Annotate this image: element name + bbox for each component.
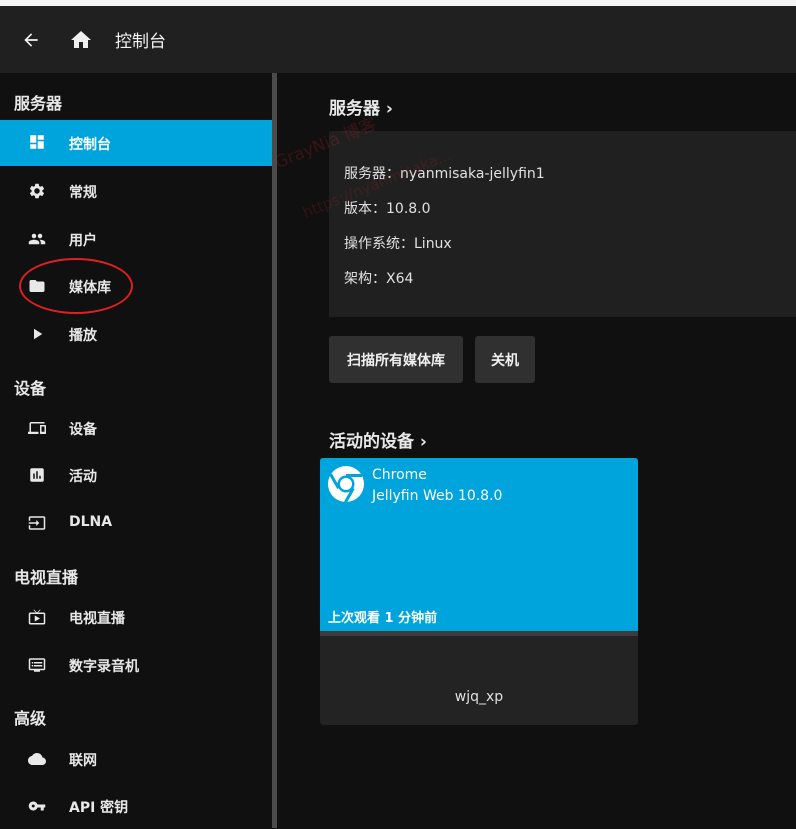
input-icon: [28, 516, 46, 530]
sidebar-item-users[interactable]: 用户: [0, 216, 272, 262]
sidebar-item-livetv[interactable]: 电视直播: [0, 594, 272, 640]
sidebar-section-devices: 设备: [14, 379, 47, 398]
devices-icon: [28, 422, 46, 434]
server-arch-text: 架构：X64: [344, 271, 414, 287]
sidebar-item-label: 控制台: [69, 137, 111, 153]
sidebar-section-livetv: 电视直播: [14, 568, 79, 587]
server-os-text: 操作系统：Linux: [344, 236, 452, 252]
device-last-seen: 上次观看 1 分钟前: [328, 611, 438, 626]
sidebar-item-label: 数字录音机: [69, 659, 139, 675]
dashboard-icon: [30, 135, 44, 149]
sidebar-section-advanced: 高级: [14, 709, 47, 728]
sidebar-section-server: 服务器: [14, 94, 63, 113]
device-app-version: Jellyfin Web 10.8.0: [372, 488, 503, 504]
sidebar-item-label: 联网: [69, 753, 97, 769]
app-header: 控制台: [0, 6, 796, 73]
device-card[interactable]: Chrome Jellyfin Web 10.8.0 上次观看 1 分钟前 wj…: [320, 458, 638, 725]
sidebar-item-libraries[interactable]: 媒体库: [0, 263, 272, 309]
people-icon: [28, 233, 46, 245]
sidebar-item-label: 活动: [69, 469, 97, 485]
page-title: 控制台: [115, 32, 166, 52]
sidebar-item-devices[interactable]: 设备: [0, 405, 272, 451]
back-button[interactable]: [14, 6, 48, 73]
sidebar-item-networking[interactable]: 联网: [0, 736, 272, 782]
sidebar-item-dlna[interactable]: DLNA: [0, 500, 272, 546]
sidebar-item-dvr[interactable]: 数字录音机: [0, 642, 272, 688]
sidebar-item-label: 播放: [69, 328, 97, 344]
device-user-name: wjq_xp: [454, 689, 504, 705]
scan-libraries-button[interactable]: 扫描所有媒体库: [329, 336, 463, 383]
sidebar-item-label: DLNA: [69, 514, 113, 530]
sidebar-item-dashboard[interactable]: 控制台: [0, 120, 272, 166]
server-section-link[interactable]: 服务器 ›: [329, 94, 393, 119]
server-name-text: 服务器：nyanmisaka-jellyfin1: [344, 166, 545, 182]
folder-icon: [29, 280, 45, 292]
vpn-key-icon: [28, 801, 46, 811]
live-tv-icon: [28, 609, 46, 625]
play-icon: [34, 328, 43, 340]
active-devices-section-link[interactable]: 活动的设备 ›: [329, 427, 427, 452]
arrow-back-icon: [24, 32, 38, 47]
sidebar-item-label: 用户: [69, 233, 97, 249]
sidebar-item-label: API 密钥: [69, 800, 129, 816]
sidebar-item-api-keys[interactable]: API 密钥: [0, 783, 272, 829]
device-progress-track: [320, 631, 638, 636]
device-client-name: Chrome: [372, 467, 427, 483]
settings-icon: [29, 183, 45, 199]
dvr-icon: [28, 658, 46, 672]
chrome-icon: [328, 466, 364, 503]
server-info-card: [329, 131, 796, 317]
sidebar-item-general[interactable]: 常规: [0, 168, 272, 214]
home-icon: [71, 30, 91, 48]
sidebar-item-label: 媒体库: [69, 280, 111, 296]
sidebar-item-label: 设备: [69, 422, 97, 438]
device-card-header: Chrome Jellyfin Web 10.8.0 上次观看 1 分钟前: [320, 458, 638, 631]
sidebar-item-label: 常规: [69, 185, 97, 201]
cloud-icon: [28, 753, 46, 765]
home-button[interactable]: [64, 6, 98, 73]
sidebar-item-playback[interactable]: 播放: [0, 311, 272, 357]
server-version-text: 版本：10.8.0: [344, 201, 431, 217]
sidebar-item-activity[interactable]: 活动: [0, 452, 272, 498]
sidebar-item-label: 电视直播: [69, 611, 125, 627]
assessment-icon: [30, 468, 44, 482]
shutdown-button[interactable]: 关机: [475, 336, 535, 383]
